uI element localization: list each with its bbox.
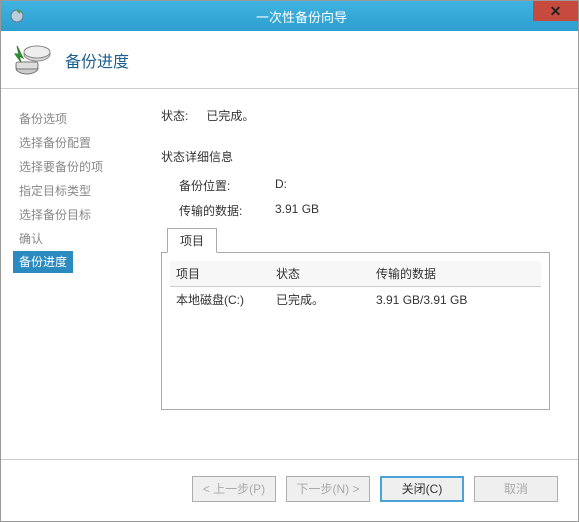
- data-label: 传输的数据:: [179, 202, 257, 219]
- sidebar-step-desttype: 指定目标类型: [19, 179, 151, 203]
- cell-item: 本地磁盘(C:): [170, 287, 270, 313]
- prev-button: < 上一步(P): [192, 476, 276, 502]
- status-row: 状态: 已完成。: [161, 107, 550, 124]
- window-close-button[interactable]: ✕: [533, 1, 578, 21]
- close-button[interactable]: 关闭(C): [380, 476, 464, 502]
- sidebar-step-progress: 备份进度: [13, 251, 73, 273]
- status-label: 状态:: [161, 107, 188, 124]
- progress-table-wrap: 项目 状态 传输的数据 本地磁盘(C:) 已完成。 3.91 GB/3.91 G…: [161, 252, 550, 410]
- table-header-row: 项目 状态 传输的数据: [170, 261, 541, 287]
- sidebar-step-dest: 选择备份目标: [19, 203, 151, 227]
- backup-icon: [13, 40, 53, 80]
- data-row: 传输的数据: 3.91 GB: [161, 202, 550, 219]
- cell-data: 3.91 GB/3.91 GB: [370, 287, 541, 313]
- tab-strip: 项目: [161, 227, 550, 252]
- location-value: D:: [275, 177, 287, 194]
- content-pane: 状态: 已完成。 状态详细信息 备份位置: D: 传输的数据: 3.91 GB …: [151, 89, 578, 459]
- next-button: 下一步(N) >: [286, 476, 370, 502]
- sidebar-step-config: 选择备份配置: [19, 131, 151, 155]
- table-row: 本地磁盘(C:) 已完成。 3.91 GB/3.91 GB: [170, 287, 541, 313]
- sidebar: 备份选项 选择备份配置 选择要备份的项 指定目标类型 选择备份目标 确认 备份进…: [1, 89, 151, 459]
- cancel-button: 取消: [474, 476, 558, 502]
- wizard-footer: < 上一步(P) 下一步(N) > 关闭(C) 取消: [1, 459, 578, 517]
- wizard-header: 备份进度: [1, 31, 578, 89]
- data-value: 3.91 GB: [275, 202, 319, 219]
- status-value: 已完成。: [206, 107, 254, 124]
- location-row: 备份位置: D:: [161, 177, 550, 194]
- title-bar: 一次性备份向导 ✕: [1, 1, 578, 31]
- location-label: 备份位置:: [179, 177, 257, 194]
- col-data: 传输的数据: [370, 261, 541, 287]
- wizard-body: 备份选项 选择备份配置 选择要备份的项 指定目标类型 选择备份目标 确认 备份进…: [1, 89, 578, 459]
- page-title: 备份进度: [65, 48, 129, 72]
- sidebar-step-confirm: 确认: [19, 227, 151, 251]
- cell-status: 已完成。: [270, 287, 370, 313]
- tab-items[interactable]: 项目: [167, 228, 217, 253]
- window-title: 一次性备份向导: [25, 7, 578, 26]
- sidebar-step-items: 选择要备份的项: [19, 155, 151, 179]
- detail-section-title: 状态详细信息: [161, 148, 550, 165]
- sidebar-step-options: 备份选项: [19, 107, 151, 131]
- progress-table: 项目 状态 传输的数据 本地磁盘(C:) 已完成。 3.91 GB/3.91 G…: [170, 261, 541, 312]
- col-status: 状态: [270, 261, 370, 287]
- app-icon: [9, 8, 25, 24]
- col-item: 项目: [170, 261, 270, 287]
